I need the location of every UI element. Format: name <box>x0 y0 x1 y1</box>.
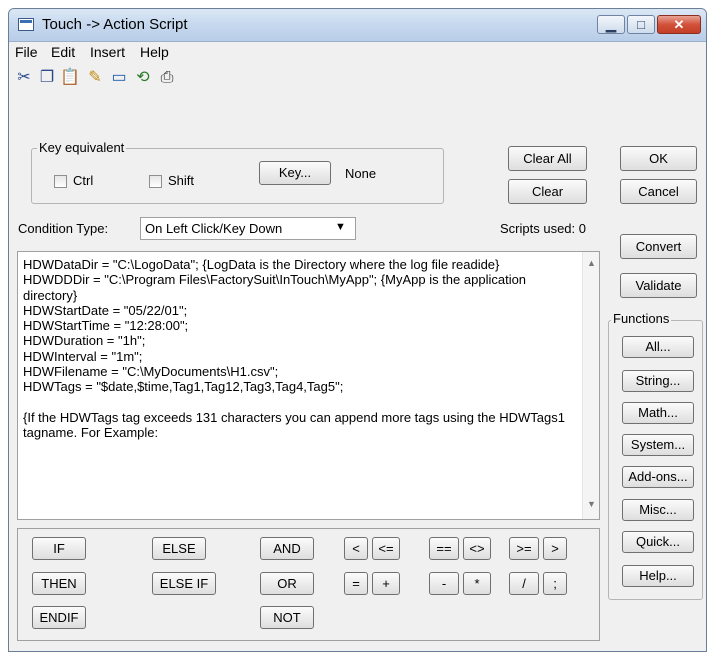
op-plus-button[interactable]: + <box>372 572 400 595</box>
op-gt-button[interactable]: > <box>543 537 567 560</box>
close-button[interactable]: ✕ <box>657 15 701 34</box>
menu-bar: File Edit Insert Help <box>9 42 706 62</box>
ctrl-checkbox[interactable] <box>54 175 67 188</box>
menu-file[interactable]: File <box>15 44 38 60</box>
close-icon: ✕ <box>673 17 685 32</box>
menu-insert[interactable]: Insert <box>90 44 125 60</box>
op-multiply-button[interactable]: * <box>463 572 491 595</box>
op-not-button[interactable]: NOT <box>260 606 314 629</box>
op-endif-button[interactable]: ENDIF <box>32 606 86 629</box>
maximize-icon: □ <box>637 17 645 32</box>
maximize-button[interactable]: □ <box>627 15 655 34</box>
ctrl-label: Ctrl <box>73 173 94 188</box>
op-if-button[interactable]: IF <box>32 537 86 560</box>
menu-help[interactable]: Help <box>140 44 169 60</box>
op-eq-button[interactable]: == <box>429 537 459 560</box>
chevron-down-icon: ▼ <box>335 221 346 233</box>
op-and-button[interactable]: AND <box>260 537 314 560</box>
functions-quick-button[interactable]: Quick... <box>622 531 694 553</box>
key-value: None <box>345 166 377 181</box>
cancel-button[interactable]: Cancel <box>620 179 697 204</box>
functions-help-button[interactable]: Help... <box>622 565 694 587</box>
title-bar[interactable]: Touch -> Action Script ▁ □ ✕ <box>9 9 706 42</box>
functions-string-button[interactable]: String... <box>622 370 694 392</box>
op-else-button[interactable]: ELSE <box>152 537 206 560</box>
condition-type-value: On Left Click/Key Down <box>145 221 283 236</box>
op-le-button[interactable]: <= <box>372 537 400 560</box>
key-equivalent-label: Key equivalent <box>37 140 127 155</box>
script-text: HDWDataDir = "C:\LogoData"; {LogData is … <box>23 257 565 441</box>
condition-type-select[interactable]: On Left Click/Key Down ▼ <box>140 217 356 240</box>
shift-checkbox[interactable] <box>149 175 162 188</box>
op-ge-button[interactable]: >= <box>509 537 539 560</box>
ok-button[interactable]: OK <box>620 146 697 171</box>
app-icon <box>18 18 34 31</box>
convert-button[interactable]: Convert <box>620 234 697 259</box>
copy-icon[interactable]: ❐ <box>37 68 57 88</box>
action-script-window: Touch -> Action Script ▁ □ ✕ File Edit I… <box>8 8 707 652</box>
minimize-icon: ▁ <box>606 17 616 32</box>
menu-edit[interactable]: Edit <box>51 44 75 60</box>
print-icon[interactable]: ⎙ <box>157 68 177 88</box>
clear-button[interactable]: Clear <box>508 179 587 204</box>
find-icon[interactable]: ✎ <box>85 68 105 88</box>
toolbar: ✂ ❐ 📋 ✎ ▭ ⟲ ⎙ <box>9 64 706 94</box>
window-title: Touch -> Action Script <box>42 16 188 33</box>
key-button[interactable]: Key... <box>259 161 331 185</box>
functions-math-button[interactable]: Math... <box>622 402 694 424</box>
minimize-button[interactable]: ▁ <box>597 15 625 34</box>
functions-label: Functions <box>611 311 672 326</box>
op-else-if-button[interactable]: ELSE IF <box>152 572 216 595</box>
scroll-down-icon[interactable]: ▼ <box>587 499 596 509</box>
script-editor[interactable]: HDWDataDir = "C:\LogoData"; {LogData is … <box>17 251 600 520</box>
functions-misc-button[interactable]: Misc... <box>622 499 694 521</box>
op-or-button[interactable]: OR <box>260 572 314 595</box>
functions-addons-button[interactable]: Add-ons... <box>622 466 694 488</box>
window-icon[interactable]: ▭ <box>109 68 129 88</box>
op-lt-button[interactable]: < <box>344 537 368 560</box>
validate-button[interactable]: Validate <box>620 273 697 298</box>
op-semicolon-button[interactable]: ; <box>543 572 567 595</box>
condition-type-label: Condition Type: <box>18 221 109 236</box>
op-divide-button[interactable]: / <box>509 572 539 595</box>
scripts-used: Scripts used: 0 <box>500 221 586 236</box>
paste-icon[interactable]: 📋 <box>60 68 80 88</box>
op-minus-button[interactable]: - <box>429 572 459 595</box>
cut-icon[interactable]: ✂ <box>14 68 34 88</box>
op-ne-button[interactable]: <> <box>463 537 491 560</box>
functions-all-button[interactable]: All... <box>622 336 694 358</box>
op-then-button[interactable]: THEN <box>32 572 86 595</box>
scroll-up-icon[interactable]: ▲ <box>587 258 596 268</box>
editor-scrollbar[interactable]: ▲ ▼ <box>582 252 599 519</box>
shift-label: Shift <box>168 173 195 188</box>
clear-all-button[interactable]: Clear All <box>508 146 587 171</box>
functions-group <box>608 320 703 600</box>
op-assign-button[interactable]: = <box>344 572 368 595</box>
replace-icon[interactable]: ⟲ <box>133 68 153 88</box>
functions-system-button[interactable]: System... <box>622 434 694 456</box>
